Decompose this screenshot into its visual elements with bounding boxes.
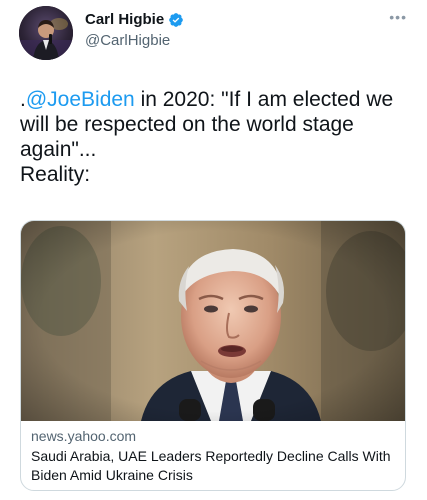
link-card[interactable]: news.yahoo.com Saudi Arabia, UAE Leaders… bbox=[20, 220, 406, 491]
avatar[interactable] bbox=[19, 6, 73, 60]
card-meta[interactable]: news.yahoo.com Saudi Arabia, UAE Leaders… bbox=[31, 427, 395, 485]
author-display-name[interactable]: Carl Higbie bbox=[85, 11, 164, 28]
author-name-row[interactable]: Carl Higbie bbox=[85, 11, 184, 28]
ellipsis-icon[interactable]: ••• bbox=[389, 10, 407, 24]
tweet[interactable]: Carl Higbie @CarlHigbie ••• .@JoeBiden i… bbox=[0, 0, 427, 500]
avatar-image bbox=[19, 6, 73, 60]
card-image[interactable] bbox=[21, 221, 405, 421]
mention-link[interactable]: @JoeBiden bbox=[26, 88, 135, 111]
card-domain[interactable]: news.yahoo.com bbox=[31, 427, 395, 445]
verified-badge-icon bbox=[169, 12, 184, 27]
tweet-text-line2: Reality: bbox=[20, 163, 91, 186]
tweet-text: .@JoeBiden in 2020: "If I am elected we … bbox=[20, 87, 410, 187]
card-title[interactable]: Saudi Arabia, UAE Leaders Reportedly Dec… bbox=[31, 447, 395, 485]
author-handle[interactable]: @CarlHigbie bbox=[85, 32, 170, 49]
